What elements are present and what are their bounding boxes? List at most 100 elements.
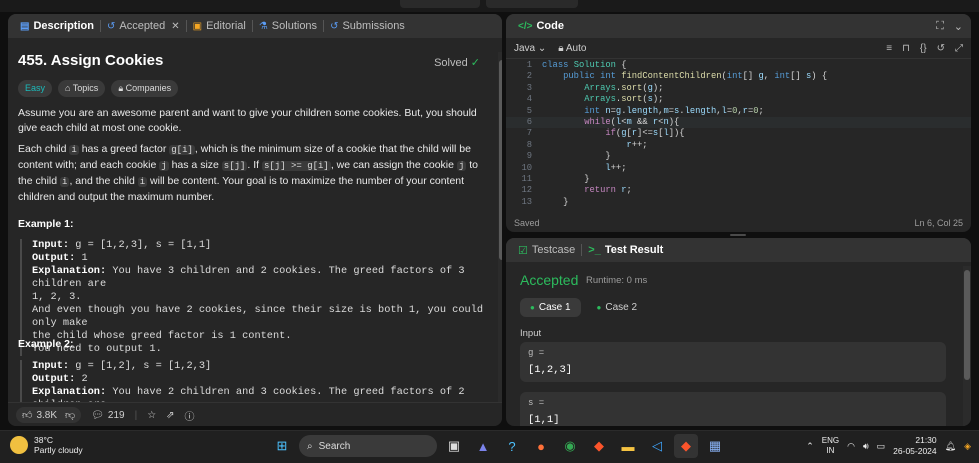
lock-icon: 🔒︎ (118, 83, 126, 93)
star-icon[interactable]: ☆ (147, 410, 156, 421)
chevron-down-icon[interactable]: ⌄ (954, 20, 963, 33)
share-icon[interactable]: ⇗ (166, 410, 174, 421)
firefox-icon[interactable]: ● (529, 434, 553, 458)
description-scrollbar[interactable] (498, 52, 502, 412)
code-token: int (584, 105, 606, 116)
comments-count: 219 (107, 409, 125, 421)
variable-value: [1,2,3] (528, 364, 573, 376)
line-number: 10 (521, 162, 532, 173)
tab-label: Submissions (342, 20, 405, 32)
input-value: g = [1,2,3], s = [1,1] (69, 239, 212, 251)
code-line[interactable]: 5 int n = g. length, m = s. length, l = 0, r = 0; (506, 106, 971, 117)
app-icon[interactable]: ▦ (703, 434, 727, 458)
notification-bell-icon[interactable]: 🔔︎ (945, 441, 956, 452)
example-block: Input: g = [1,2,3], s = [1,1] Output: 1 … (20, 239, 492, 356)
autosave-mode[interactable]: 🔒︎ Auto (558, 43, 586, 54)
tab-submissions[interactable]: ↺ Submissions (324, 14, 411, 38)
language-select[interactable]: Java ⌄ (514, 43, 546, 54)
wifi-icon[interactable]: ◠ (847, 441, 855, 452)
code-token: [] (790, 71, 807, 82)
code-line[interactable]: 1 class Solution { (506, 60, 971, 71)
code-line[interactable]: 7 if(g[r]<= s[l]){ (506, 128, 971, 139)
chrome-icon[interactable]: ◉ (558, 434, 582, 458)
code-line[interactable]: 9 } (506, 151, 971, 162)
code-line[interactable]: 12 return r; (506, 185, 971, 196)
battery-icon[interactable]: ▭ (877, 441, 886, 452)
tab-solutions[interactable]: ⚗ Solutions (253, 14, 323, 38)
tab-testcase[interactable]: ☑ Testcase (512, 238, 581, 262)
variable-name: s = (528, 398, 545, 408)
comment-icon[interactable]: 💬︎ (91, 410, 104, 421)
clock[interactable]: 21:30 26-05-2024 (893, 435, 936, 457)
toolbar-pill[interactable] (400, 0, 480, 8)
brave-icon[interactable]: ◆ (587, 434, 611, 458)
vscode-icon[interactable]: ◁ (645, 434, 669, 458)
volume-icon[interactable]: 🔊︎ (863, 441, 869, 452)
code-line[interactable]: 3 Arrays. sort(g); (506, 83, 971, 94)
help-app-icon[interactable]: ? (500, 434, 524, 458)
companies-tag[interactable]: 🔒︎ Companies (111, 80, 179, 97)
code-token: Solution (573, 60, 622, 70)
scrollbar-thumb[interactable] (964, 270, 970, 380)
thumbs-down-icon[interactable]: 👎︎ (65, 409, 75, 421)
solved-label: Solved (434, 57, 468, 69)
variable-value: [1,1] (528, 414, 560, 426)
code-token: ); (652, 82, 664, 93)
code-panel: </> Code ⛶ ⌄ Java ⌄ 🔒︎ Auto ≡ ⊓ {} ↺ ⤢ 1… (506, 14, 971, 232)
tab-label: Description (33, 20, 94, 32)
chevron-up-icon[interactable]: ⌃ (806, 441, 814, 452)
code-token: ++; (631, 139, 648, 150)
code-line[interactable]: 6 while(l < m && r < n){ (506, 116, 971, 129)
tab-label: Testcase (531, 244, 576, 256)
help-icon[interactable]: ⓘ (185, 408, 195, 423)
fullscreen-icon[interactable]: ⛶ (936, 20, 944, 33)
weather-widget[interactable]: 38°C Partly cloudy (10, 435, 83, 455)
expand-icon[interactable]: ⤢ (955, 43, 963, 54)
code-line[interactable]: 13 } (506, 197, 971, 208)
teams-icon[interactable]: ▲ (471, 434, 495, 458)
input-label: Input: (32, 239, 70, 251)
language-indicator[interactable]: ENG IN (822, 436, 839, 456)
difficulty-badge[interactable]: Easy (18, 80, 53, 97)
braces-icon[interactable]: {} (920, 43, 927, 54)
windows-start-icon[interactable]: ⊞ (270, 434, 294, 458)
resize-grip[interactable] (730, 234, 746, 236)
code-editor[interactable]: 1 class Solution {2 public int findConten… (506, 60, 971, 208)
case-tab-2[interactable]: ● Case 2 (587, 298, 648, 317)
code-line[interactable]: 10 l ++; (506, 163, 971, 174)
topics-label: Topics (72, 83, 99, 93)
tab-editorial[interactable]: ▣ Editorial (187, 14, 252, 38)
code-line[interactable]: 8 r ++; (506, 140, 971, 151)
thumbs-up-icon[interactable]: 👍︎ (22, 409, 32, 421)
code-token: && (631, 116, 653, 127)
code-line[interactable]: 2 public int findContentChildren(int[] g… (506, 71, 971, 82)
reset-icon[interactable]: ↺ (937, 43, 945, 54)
taskbar-search[interactable]: ⌕ Search (299, 435, 437, 457)
file-explorer-icon[interactable]: ▬ (616, 434, 640, 458)
brave-active-icon[interactable]: ◆ (674, 434, 698, 458)
tab-accepted[interactable]: ↺ Accepted ✕ (101, 14, 186, 38)
case-tab-1[interactable]: ● Case 1 (520, 298, 581, 317)
scrollbar-thumb[interactable] (499, 60, 502, 260)
copilot-icon[interactable]: ◈ (964, 441, 971, 452)
time: 21:30 (915, 435, 937, 445)
tab-code[interactable]: </> Code (512, 14, 570, 38)
code-line[interactable]: 11 } (506, 174, 971, 185)
weather-condition: Partly cloudy (34, 445, 83, 455)
format-icon[interactable]: ≡ (886, 43, 892, 54)
code-line[interactable]: 4 Arrays. sort(s); (506, 94, 971, 105)
tab-label: Solutions (271, 20, 318, 32)
tab-test-result[interactable]: >_ Test Result (582, 238, 669, 262)
topics-tag[interactable]: ⌂ Topics (58, 80, 106, 97)
case-label: Case 1 (538, 302, 571, 313)
toolbar-pill[interactable] (486, 0, 578, 8)
result-scrollbar[interactable] (963, 266, 971, 426)
tab-description[interactable]: ▤ Description (14, 14, 100, 38)
terminal-icon: >_ (588, 244, 601, 256)
description-paragraph: Assume you are an awesome parent and wan… (18, 107, 477, 134)
close-icon[interactable]: ✕ (171, 21, 179, 32)
line-number: 2 (526, 71, 532, 82)
bookmark-icon[interactable]: ⊓ (902, 43, 910, 54)
code-token: ]<= (637, 128, 653, 139)
task-view-icon[interactable]: ▣ (442, 434, 466, 458)
